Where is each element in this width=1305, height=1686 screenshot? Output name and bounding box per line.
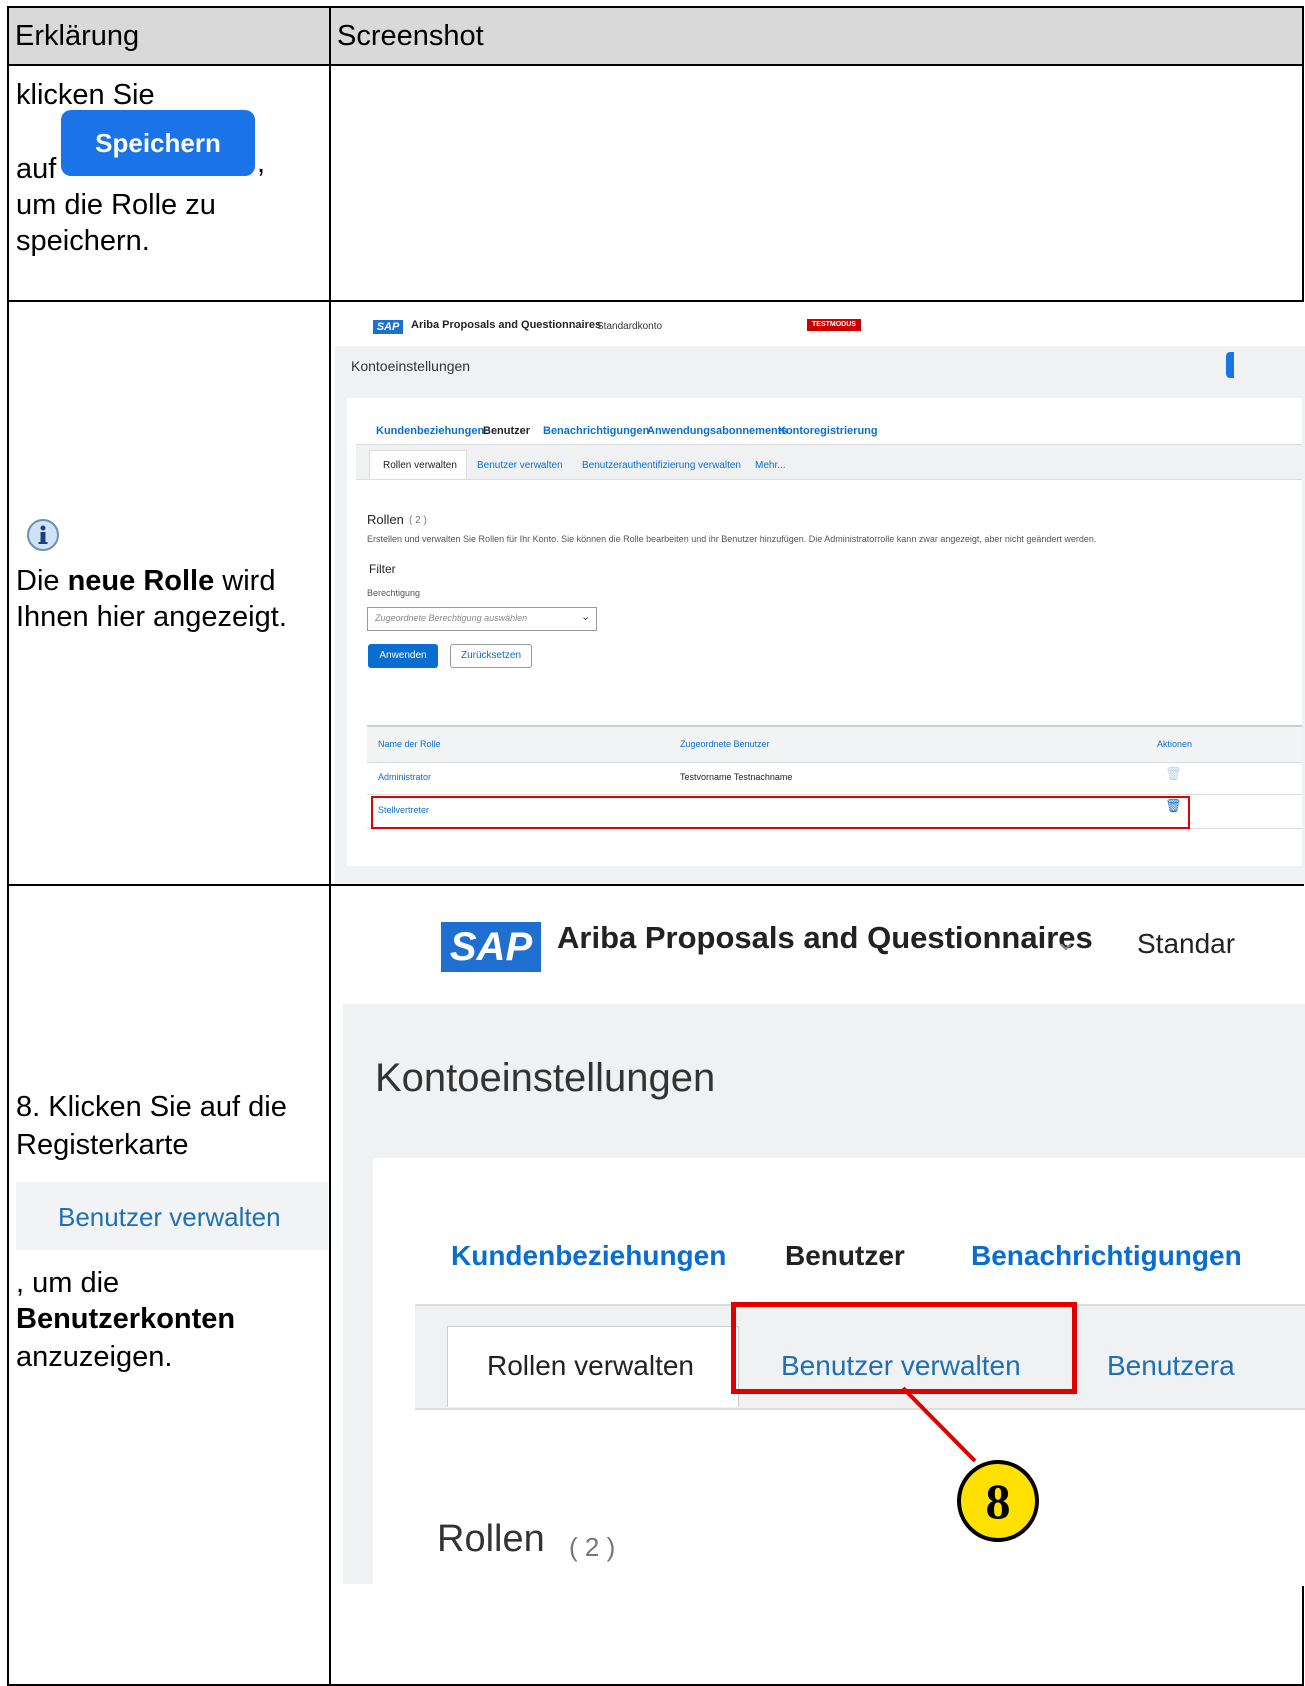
- chevron-down-icon[interactable]: ⌄: [571, 319, 579, 330]
- header-screenshot: Screenshot: [329, 6, 1304, 66]
- trash-icon: 🗑: [1165, 766, 1182, 781]
- tab-kontoregistrierung[interactable]: Kontoregistrierung: [778, 425, 878, 437]
- row3-line4: Benutzerkonten: [16, 1303, 236, 1335]
- speichern-button-image: Speichern: [61, 110, 255, 176]
- instruction-table: Erklärung Screenshot klicken Sie auf Spe…: [7, 6, 1305, 1686]
- subtab-benutzer-verwalten[interactable]: Benutzer verwalten: [477, 460, 563, 471]
- row2-line1: Die neue Rolle wird: [16, 562, 275, 601]
- callout-connector: [901, 1386, 977, 1463]
- col-name[interactable]: Name der Rolle: [378, 739, 441, 749]
- chevron-down-icon: ⌄: [581, 611, 591, 623]
- action-button-edge[interactable]: [1226, 352, 1234, 378]
- role-administrator[interactable]: Administrator: [378, 772, 431, 782]
- section-description: Erstellen und verwalten Sie Rollen für I…: [367, 534, 1097, 544]
- row2-text-bold: neue Rolle: [67, 565, 215, 597]
- tab-anwendungsabonnements[interactable]: Anwendungsabonnements: [647, 425, 788, 437]
- tab-image-benutzer-verwalten: Benutzer verwalten: [16, 1182, 328, 1250]
- row2-line2: Ihnen hier angezeigt.: [16, 601, 287, 633]
- permission-label: Berechtigung: [367, 588, 421, 598]
- sap-logo: SAP: [373, 320, 403, 334]
- section-title: Rollen: [367, 512, 404, 527]
- info-icon: [27, 519, 59, 551]
- section-count: ( 2 ): [409, 515, 427, 526]
- account-name[interactable]: Standardkonto: [597, 321, 662, 332]
- row1-comma: ,: [257, 147, 266, 179]
- row3-line5: anzuzeigen.: [16, 1341, 173, 1373]
- reset-button[interactable]: Zurücksetzen: [450, 644, 532, 668]
- row3-explanation: 8. Klicken Sie auf die Registerkarte Ben…: [7, 884, 331, 1686]
- subtab-benutzerauthentifizierung[interactable]: Benutzerauthentifizierung verwalten: [582, 460, 741, 471]
- screenshot-rollen-verwalten: SAP Ariba Proposals and Questionnaires ⌄…: [335, 302, 1305, 884]
- col-users[interactable]: Zugeordnete Benutzer: [680, 739, 770, 749]
- row2-explanation: Die neue Rolle wird Ihnen hier angezeigt…: [7, 300, 331, 886]
- row2-text-pre: Die: [16, 565, 68, 597]
- subtab-rollen-label: Rollen verwalten: [383, 460, 457, 471]
- page-title: Kontoeinstellungen: [351, 358, 471, 374]
- row1-auf: auf: [16, 153, 57, 185]
- row1-screenshot: [329, 64, 1304, 302]
- row3-screenshot: SAP Ariba Proposals and Questionnaires ⌄…: [329, 884, 1305, 1686]
- permission-placeholder: Zugeordnete Berechtigung auswählen: [375, 613, 528, 623]
- row2-screenshot: SAP Ariba Proposals and Questionnaires ⌄…: [329, 300, 1305, 886]
- screenshot-benutzer-verwalten-zoom: SAP Ariba Proposals and Questionnaires ⌄…: [335, 886, 1305, 1586]
- row1-line3: um die Rolle zu: [16, 189, 216, 221]
- tab-benutzer[interactable]: Benutzer: [483, 425, 530, 437]
- row1-line4: speichern.: [16, 225, 150, 257]
- callout-step-8: 8: [957, 1460, 1039, 1542]
- col-actions: Aktionen: [1157, 739, 1193, 749]
- role-administrator-users: Testvorname Testnachname: [680, 772, 793, 782]
- tab-kundenbeziehungen[interactable]: Kundenbeziehungen: [376, 425, 484, 437]
- row3-line2: Registerkarte: [16, 1129, 189, 1161]
- role-stellvertreter[interactable]: Stellvertreter: [378, 805, 429, 815]
- filter-label: Filter: [369, 562, 396, 576]
- settings-panel: Kundenbeziehungen Benutzer Benachrichtig…: [347, 398, 1302, 866]
- row2-text-post: wird: [214, 565, 276, 597]
- tab-benachrichtigungen[interactable]: Benachrichtigungen: [543, 425, 649, 437]
- subtab-mehr[interactable]: Mehr...: [755, 460, 786, 471]
- row3-line3: , um die: [16, 1267, 120, 1299]
- apply-button[interactable]: Anwenden: [368, 644, 438, 668]
- row3-line1: 8. Klicken Sie auf die: [16, 1091, 287, 1123]
- tab-image-label: Benutzer verwalten: [58, 1202, 281, 1232]
- row-divider: [367, 794, 1302, 795]
- header-explanation: Erklärung: [7, 6, 331, 66]
- testmode-badge: TESTMODUS: [807, 319, 861, 331]
- trash-icon[interactable]: 🗑: [1165, 798, 1182, 814]
- highlight-new-role: [371, 796, 1190, 829]
- row1-explanation: klicken Sie auf Speichern , um die Rolle…: [7, 64, 331, 302]
